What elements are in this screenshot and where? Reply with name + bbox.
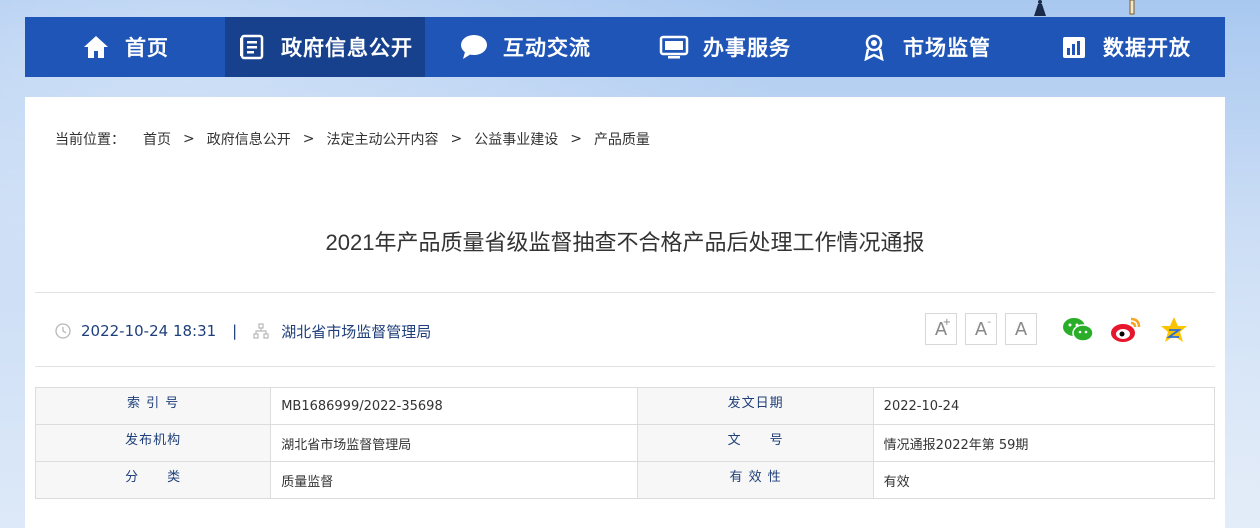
nav-home[interactable]: 首页 <box>25 17 225 77</box>
share-bar <box>1061 313 1205 347</box>
decor-figure-icon <box>1129 0 1135 15</box>
font-smaller-mark: - <box>987 317 991 328</box>
weibo-icon[interactable] <box>1109 313 1143 347</box>
org-chart-icon <box>253 323 269 339</box>
table-value: 2022-10-24 <box>872 387 1216 425</box>
nav-gov-info[interactable]: 政府信息公开 <box>225 17 425 77</box>
nav-open-data[interactable]: 数据开放 <box>1025 17 1225 77</box>
bar-chart-icon <box>1059 32 1089 62</box>
breadcrumb-product-quality[interactable]: 产品质量 <box>594 129 650 149</box>
monitor-icon <box>659 32 689 62</box>
breadcrumb: 当前位置： 首页 > 政府信息公开 > 法定主动公开内容 > 公益事业建设 > … <box>55 129 650 149</box>
nav-label: 办事服务 <box>703 36 791 60</box>
font-size-controls: A + A- A <box>925 313 1045 345</box>
article-title: 2021年产品质量省级监督抽查不合格产品后处理工作情况通报 <box>325 230 925 255</box>
breadcrumb-home[interactable]: 首页 <box>143 129 171 149</box>
font-larger-mark: + <box>942 317 951 328</box>
breadcrumb-separator: > <box>570 131 582 147</box>
main-nav: 首页 政府信息公开 互动交流 办事服务 市场监管 数据开放 <box>25 17 1225 77</box>
breadcrumb-public-welfare[interactable]: 公益事业建设 <box>474 129 558 149</box>
font-smaller-button[interactable]: A- <box>965 313 997 345</box>
breadcrumb-separator: > <box>302 131 315 147</box>
divider <box>35 292 1215 293</box>
table-label: 文 号 <box>637 424 874 462</box>
publish-datetime: 2022-10-24 18:31 <box>81 322 217 340</box>
table-value: 有效 <box>872 461 1216 499</box>
nav-interaction[interactable]: 互动交流 <box>425 17 625 77</box>
breadcrumb-separator: > <box>450 131 463 147</box>
table-value: 质量监督 <box>270 461 639 499</box>
nav-label: 数据开放 <box>1103 36 1191 60</box>
divider <box>35 366 1215 367</box>
nav-services[interactable]: 办事服务 <box>625 17 825 77</box>
table-value: MB1686999/2022-35698 <box>270 387 639 425</box>
nav-label: 市场监管 <box>903 36 991 60</box>
qzone-icon[interactable] <box>1157 313 1191 347</box>
table-value: 情况通报2022年第 59期 <box>872 424 1216 462</box>
publisher-org: 湖北省市场监督管理局 <box>281 322 432 341</box>
breadcrumb-statutory[interactable]: 法定主动公开内容 <box>326 129 438 149</box>
font-smaller-label: A <box>974 318 988 340</box>
document-icon <box>237 32 267 62</box>
badge-icon <box>859 32 889 62</box>
table-label: 索 引 号 <box>34 387 272 425</box>
table-label: 发文日期 <box>637 387 874 425</box>
breadcrumb-lead: 当前位置： <box>55 132 125 148</box>
table-label: 发布机构 <box>34 424 272 462</box>
table-label: 分 类 <box>34 461 272 499</box>
nav-label: 互动交流 <box>503 36 591 60</box>
table-row: 发布机构 湖北省市场监督管理局 文 号 情况通报2022年第 59期 <box>34 424 1216 462</box>
document-info-table: 索 引 号 MB1686999/2022-35698 发文日期 2022-10-… <box>34 387 1216 499</box>
decor-figure-icon <box>1034 0 1046 16</box>
table-label: 有 效 性 <box>637 461 874 499</box>
font-normal-button[interactable]: A <box>1005 313 1037 345</box>
chat-bubble-icon <box>459 32 489 62</box>
breadcrumb-separator: > <box>183 131 195 147</box>
meta-separator: | <box>232 322 238 340</box>
table-row: 索 引 号 MB1686999/2022-35698 发文日期 2022-10-… <box>34 387 1216 425</box>
table-value: 湖北省市场监督管理局 <box>270 424 639 462</box>
article-meta: 2022-10-24 18:31 | 湖北省市场监督管理局 <box>55 319 431 343</box>
clock-icon <box>55 323 71 339</box>
breadcrumb-gov-info[interactable]: 政府信息公开 <box>207 129 291 149</box>
wechat-icon[interactable] <box>1061 313 1095 347</box>
table-row: 分 类 质量监督 有 效 性 有效 <box>34 461 1216 499</box>
home-icon <box>81 32 111 62</box>
nav-label: 首页 <box>125 36 169 60</box>
font-normal-label: A <box>1014 318 1028 340</box>
nav-market-supervision[interactable]: 市场监管 <box>825 17 1025 77</box>
content-panel: 当前位置： 首页 > 政府信息公开 > 法定主动公开内容 > 公益事业建设 > … <box>25 97 1225 528</box>
font-larger-button[interactable]: A + <box>925 313 957 345</box>
nav-label: 政府信息公开 <box>281 36 413 60</box>
